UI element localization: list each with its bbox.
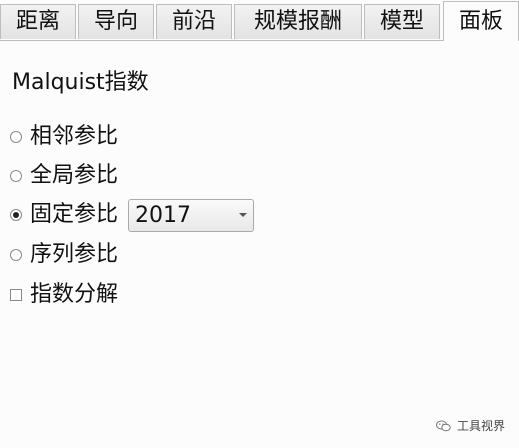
tab-bar: 距离 导向 前沿 规模报酬 模型 面板 [0, 0, 519, 41]
watermark-text: 工具视界 [456, 419, 505, 433]
tab-returns-to-scale[interactable]: 规模报酬 [234, 4, 362, 39]
tab-distance[interactable]: 距离 [0, 4, 76, 39]
index-decompose-option[interactable]: 指数分解 [10, 279, 118, 311]
tab-orientation[interactable]: 导向 [78, 4, 154, 39]
tab-panel[interactable]: 面板 [443, 1, 519, 41]
radio-button[interactable] [10, 131, 22, 143]
tab-frontier[interactable]: 前沿 [156, 4, 232, 39]
radio-label: 序列参比 [30, 242, 119, 267]
section-title: Malquist指数 [12, 70, 149, 95]
radio-fixed-reference[interactable]: 固定参比 2017 [10, 198, 255, 232]
wechat-icon [435, 420, 451, 431]
chevron-down-icon [239, 212, 248, 217]
checkbox[interactable] [10, 289, 22, 301]
radio-adjacent-reference[interactable]: 相邻参比 [10, 121, 118, 153]
radio-global-reference[interactable]: 全局参比 [10, 160, 118, 192]
radio-button-selected[interactable] [10, 209, 22, 221]
radio-label: 相邻参比 [30, 124, 119, 149]
radio-button[interactable] [10, 249, 22, 261]
watermark: 工具视界 [435, 417, 505, 434]
radio-label: 全局参比 [30, 163, 119, 188]
panel-content: Malquist指数 相邻参比 全局参比 固定参比 2017 序列参比 指数分解 [0, 41, 519, 448]
radio-button[interactable] [10, 170, 22, 182]
year-select[interactable]: 2017 [128, 198, 255, 232]
radio-sequential-reference[interactable]: 序列参比 [10, 239, 118, 271]
year-select-value: 2017 [135, 202, 192, 228]
radio-label: 固定参比 [30, 202, 119, 227]
checkbox-label: 指数分解 [30, 282, 119, 307]
tab-model[interactable]: 模型 [364, 4, 440, 39]
